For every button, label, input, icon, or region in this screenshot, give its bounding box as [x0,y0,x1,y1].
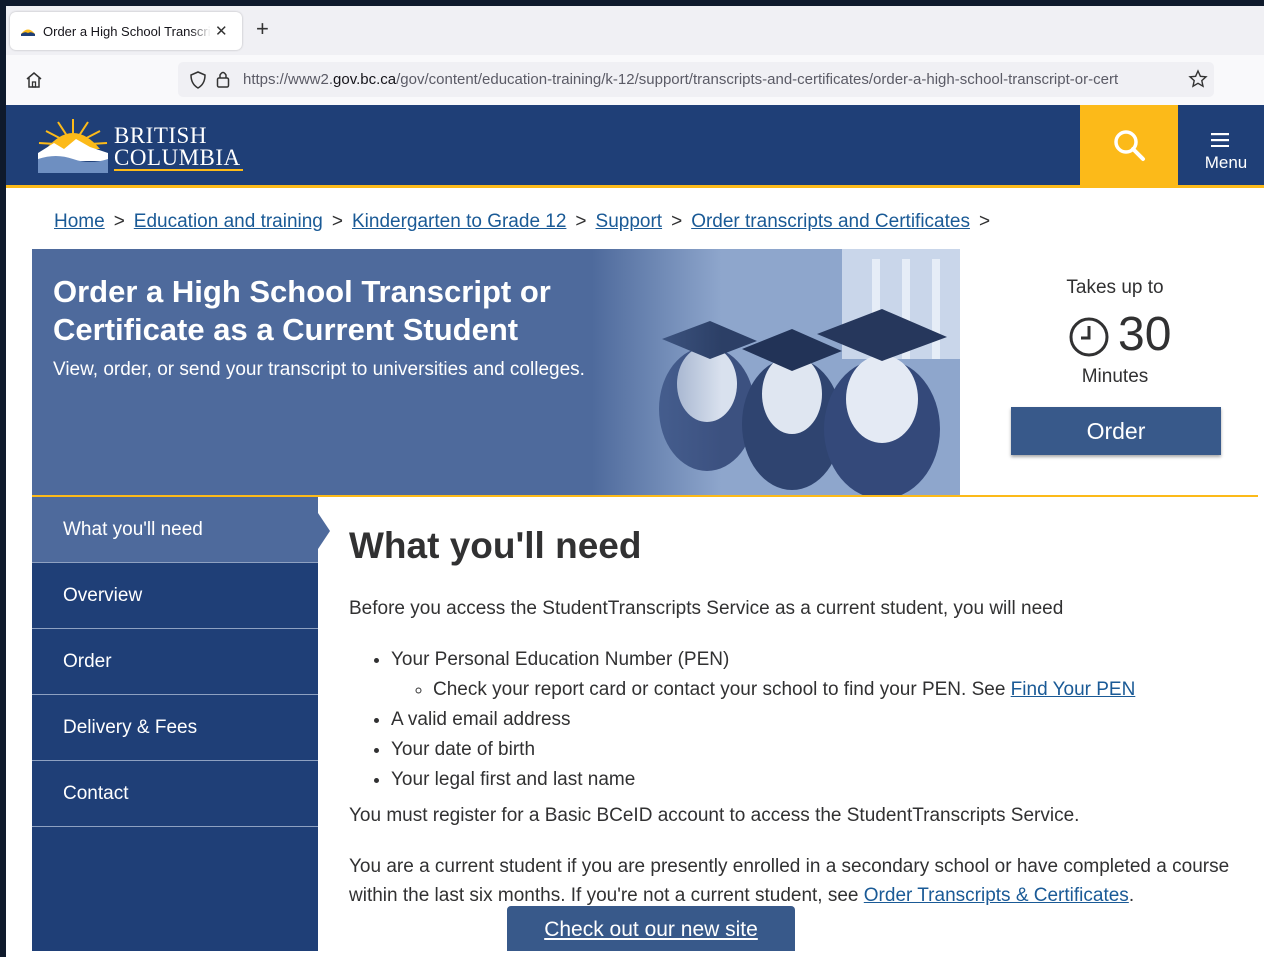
page-title: Order a High School Transcript or Certif… [53,274,551,347]
list-item: A valid email address [391,705,1135,735]
url-text[interactable]: https://www2.gov.bc.ca/gov/content/educa… [243,71,1183,88]
active-indicator [318,513,330,549]
list-item-text: Check your report card or contact your s… [433,679,1011,700]
breadcrumb-separator: > [575,211,587,232]
menu-label: Menu [1204,153,1248,172]
new-site-button[interactable]: Check out our new site [507,906,795,951]
paragraph-end: . [1128,885,1135,906]
list-item: Your date of birth [391,735,1135,765]
search-icon [1114,130,1145,161]
tab-close-icon[interactable]: ✕ [215,22,228,40]
hamburger-icon [1211,133,1229,147]
bookmark-star-icon[interactable] [1188,69,1208,89]
intro-text: Before you access the StudentTranscripts… [349,598,1064,619]
logo-line2: COLUMBIA [114,145,243,171]
logo-wordmark[interactable]: BRITISH COLUMBIA [114,123,243,171]
shield-icon[interactable] [190,71,206,89]
sub-list: Check your report card or contact your s… [391,675,1135,705]
breadcrumb-order-transcripts[interactable]: Order transcripts and Certificates [691,211,970,232]
breadcrumb-separator: > [978,211,991,232]
breadcrumb-home[interactable]: Home [54,211,105,232]
time-unit: Minutes [1081,366,1149,387]
breadcrumb-separator: > [331,211,343,232]
order-button[interactable]: Order [1011,407,1221,455]
browser-tab[interactable]: Order a High School Transcript o ✕ [10,12,242,50]
requirements-list: Your Personal Education Number (PEN) Che… [349,645,1135,795]
tab-title: Order a High School Transcript o [43,23,211,39]
graduates-photo [592,249,960,495]
sidebar-item-what-youll-need[interactable]: What you'll need [32,497,318,563]
sidebar-item-delivery-fees[interactable]: Delivery & Fees [32,695,318,761]
breadcrumb-separator: > [671,211,683,232]
site-header: BRITISH COLUMBIA Menu [6,105,1264,188]
order-transcripts-link[interactable]: Order Transcripts & Certificates [864,885,1129,906]
time-estimate-panel: Takes up to 30 Minutes Order [960,249,1258,497]
lock-icon[interactable] [216,70,230,88]
sidebar-item-order[interactable]: Order [32,629,318,695]
bc-favicon-icon [21,29,35,36]
section-heading: What you'll need [349,525,642,566]
list-item-text: Your Personal Education Number (PEN) [391,649,730,670]
bc-logo-icon[interactable] [36,117,110,175]
takes-label: Takes up to [1066,277,1164,298]
tab-strip: Order a High School Transcript o ✕ + [6,6,1264,55]
current-student-paragraph: You are a current student if you are pre… [349,852,1249,910]
sidebar-item-contact[interactable]: Contact [32,761,318,827]
list-item: Your Personal Education Number (PEN) Che… [391,645,1135,705]
breadcrumb: Home > Education and training > Kindergarten… [54,211,999,233]
time-value: 30 [1118,308,1172,361]
breadcrumb-support[interactable]: Support [596,211,663,232]
nav-bar: https://www2.gov.bc.ca/gov/content/educa… [6,55,1264,106]
home-icon[interactable] [24,70,44,90]
find-your-pen-link[interactable]: Find Your PEN [1011,679,1136,700]
breadcrumb-separator: > [113,211,125,232]
breadcrumb-k12[interactable]: Kindergarten to Grade 12 [352,211,566,232]
menu-button[interactable]: Menu [1178,105,1264,185]
bceid-paragraph: You must register for a Basic BCeID acco… [349,805,1080,826]
hero-banner: Order a High School Transcript or Certif… [32,249,962,497]
url-bar[interactable]: https://www2.gov.bc.ca/gov/content/educa… [178,62,1214,97]
sidebar-item-overview[interactable]: Overview [32,563,318,629]
breadcrumb-education[interactable]: Education and training [134,211,323,232]
list-item: Check your report card or contact your s… [433,675,1135,705]
new-tab-button[interactable]: + [256,18,269,40]
clock-icon [1069,317,1109,357]
main-content: What you'll need Before you access the S… [349,525,1249,906]
list-item: Your legal first and last name [391,765,1135,795]
section-nav: What you'll need Overview Order Delivery… [32,497,318,951]
page-subtitle: View, order, or send your transcript to … [53,359,585,380]
search-button[interactable] [1080,105,1178,185]
logo-line1: BRITISH [114,123,207,148]
